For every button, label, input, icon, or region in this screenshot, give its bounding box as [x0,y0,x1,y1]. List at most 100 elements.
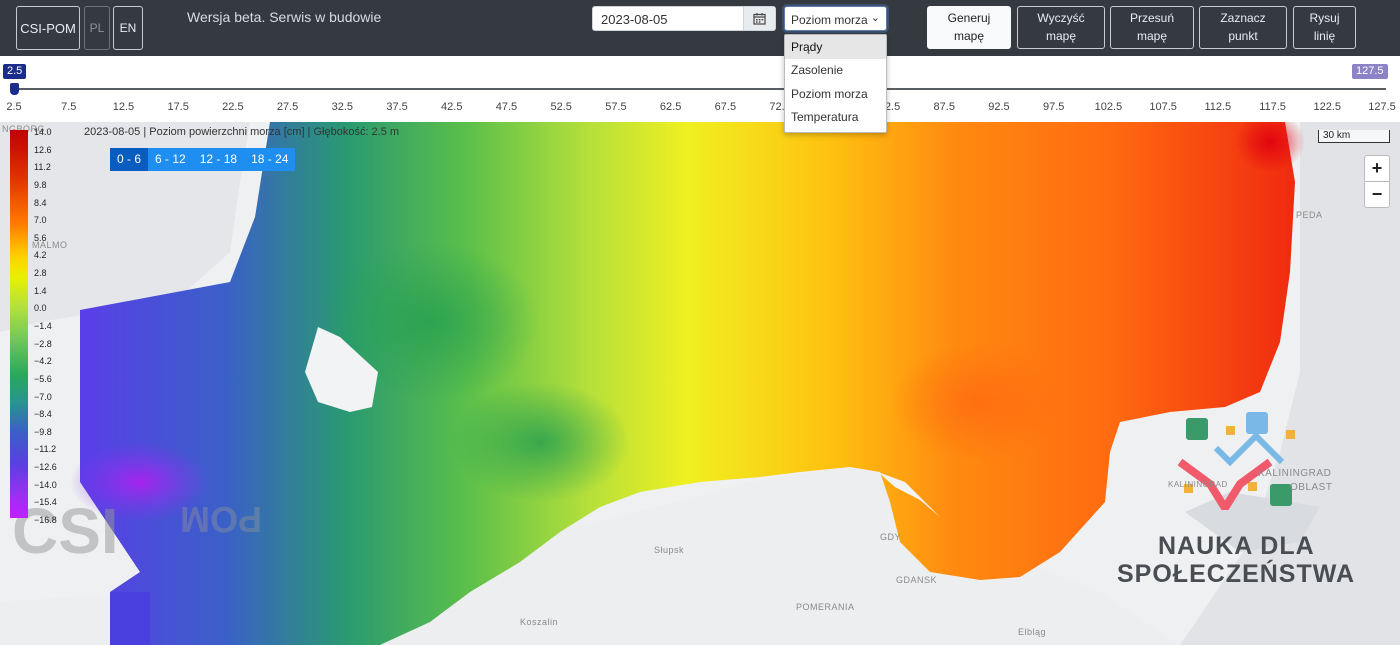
tab-hours-0-6[interactable]: 0 - 6 [110,148,149,171]
place-kaliningrad: KALININGRAD [1258,468,1332,479]
legend-value-label: 1.4 [34,285,47,296]
zoom-in-button[interactable]: + [1364,155,1390,182]
legend-value-label: −5.6 [34,373,52,384]
legend-value-label: 2.8 [34,268,47,279]
draw-line-label-2: linię [1313,28,1336,43]
csi-watermark: CSI [12,495,119,567]
slider-tick-label: 47.5 [495,101,518,113]
legend-value-label: 12.6 [34,144,52,155]
map-view[interactable]: CSI POM NAUKA DLA SPOŁECZEŃSTWA NGBORG M… [0,122,1400,645]
mark-point-label-2: punkt [1228,28,1258,43]
slider-track[interactable] [14,88,1386,90]
place-klaipeda: PEDA [1296,210,1323,220]
place-gdynia: GDY [880,532,902,542]
legend-value-label: −11.2 [34,444,57,455]
option-sea-level[interactable]: Poziom morza [785,82,886,106]
date-value: 2023-08-05 [601,12,668,27]
language-en-button[interactable]: EN [113,6,143,50]
slider-tick-label: 87.5 [933,101,955,113]
slider-handle[interactable] [10,83,19,95]
mark-point-label-1: Zaznacz [1220,11,1266,26]
hour-tabs: 0 - 6 6 - 12 12 - 18 18 - 24 [110,148,296,171]
scale-bar: 30 km [1318,130,1390,143]
generate-map-button[interactable]: Generuj mapę [927,6,1011,49]
legend-value-label: 14.0 [34,127,52,137]
slider-tick-label: 102.5 [1094,101,1123,113]
slider-tick-label: 92.5 [988,101,1010,113]
depth-slider: 2.5 127.5 2.5 7.5 12.5 17.5 22.5 27.5 32.5 37.5… [0,56,1400,122]
place-elblag: Elbląg [1018,627,1047,637]
slider-tick-label: 32.5 [331,101,354,113]
legend-colorbar [10,130,28,518]
clear-map-label-1: Wyczyść [1037,11,1085,26]
place-kaliningrad-city: KALININGRAD [1168,480,1228,489]
place-oblast: OBLAST [1290,482,1333,493]
slider-tick-label: 107.5 [1149,101,1177,113]
clear-map-label-2: mapę [1045,28,1076,43]
slider-tick-label: 57.5 [605,101,627,113]
calendar-button[interactable] [743,7,775,30]
brand-button[interactable]: CSI-POM [16,6,80,50]
date-input[interactable]: 2023-08-05 [592,6,776,31]
slider-tick-label: 127.5 [1368,101,1396,113]
chevron-down-icon: ⌄ [870,12,880,24]
slider-tick-label: 37.5 [386,101,408,113]
option-temperature[interactable]: Temperatura [785,106,886,130]
legend-value-label: 4.2 [34,250,47,261]
legend-value-label: 0.0 [34,303,47,314]
legend-value-label: 7.0 [34,215,47,226]
language-pl-button[interactable]: PL [84,6,110,50]
legend-value-label: −8.4 [34,409,52,420]
zoom-out-button[interactable]: − [1364,181,1390,208]
legend-value-label: −4.2 [34,356,52,367]
slider-tick-label: 112.5 [1204,101,1232,113]
legend-value-label: −7.0 [34,391,52,402]
legend-value-label: −16.8 [34,515,57,525]
legend-value-label: −9.8 [34,426,52,437]
legend-value-label: −15.4 [34,497,57,508]
place-pomerania: POMERANIA [796,602,855,612]
legend-value-label: −12.6 [34,462,57,473]
parameter-select[interactable]: Poziom morza ⌄ [784,6,887,31]
calendar-icon [753,13,766,25]
move-map-button[interactable]: Przesuń mapę [1110,6,1194,49]
legend-value-label: 8.4 [34,197,47,208]
slider-tick-label: 97.5 [1042,101,1065,113]
place-koszalin: Koszalin [520,617,559,627]
top-navbar: CSI-POM PL EN Wersja beta. Serwis w budo… [0,0,1400,56]
clear-map-button[interactable]: Wyczyść mapę [1017,6,1105,49]
generate-map-label-2: mapę [953,28,984,43]
option-currents[interactable]: Prądy [785,35,886,59]
slider-value-badge: 2.5 [3,64,27,79]
draw-line-label-1: Rysuj [1309,11,1340,26]
mark-point-button[interactable]: Zaznacz punkt [1199,6,1287,49]
logo-line-2: SPOŁECZEŃSTWA [1117,560,1356,588]
place-slupsk: Słupsk [654,545,685,555]
legend-value-label: −1.4 [34,321,52,331]
legend-value-label: 11.2 [34,162,51,173]
tab-hours-6-12[interactable]: 6 - 12 [148,148,193,171]
slider-tick-label: 122.5 [1313,101,1342,113]
legend-value-label: −2.8 [34,338,52,349]
legend-value-label: 9.8 [34,179,47,190]
pom-watermark: POM [180,499,263,540]
map-caption: 2023-08-05 | Poziom powierzchni morza [c… [84,126,400,138]
logo-line-1: NAUKA DLA [1158,532,1315,560]
beta-notice: Wersja beta. Serwis w budowie [187,9,382,25]
option-salinity[interactable]: Zasolenie [785,59,886,83]
tab-hours-12-18[interactable]: 12 - 18 [192,148,245,171]
slider-tick-label: 2.5 [6,101,22,113]
slider-max-badge: 127.5 [1352,64,1388,79]
slider-tick-label: 17.5 [167,101,189,113]
slider-tick-label: 52.5 [550,101,572,113]
legend-value-label: −14.0 [34,479,57,490]
nauka-logo-icon [1177,412,1295,510]
slider-tick-label: 67.5 [714,101,737,113]
draw-line-button[interactable]: Rysuj linię [1293,6,1356,49]
tab-hours-18-24[interactable]: 18 - 24 [244,148,296,171]
slider-tick-label: 62.5 [659,101,682,113]
legend-value-label: 5.6 [34,232,47,243]
generate-map-label-1: Generuj [947,11,991,26]
slider-tick-label: 117.5 [1259,101,1286,113]
slider-tick-label: 12.5 [112,101,135,113]
